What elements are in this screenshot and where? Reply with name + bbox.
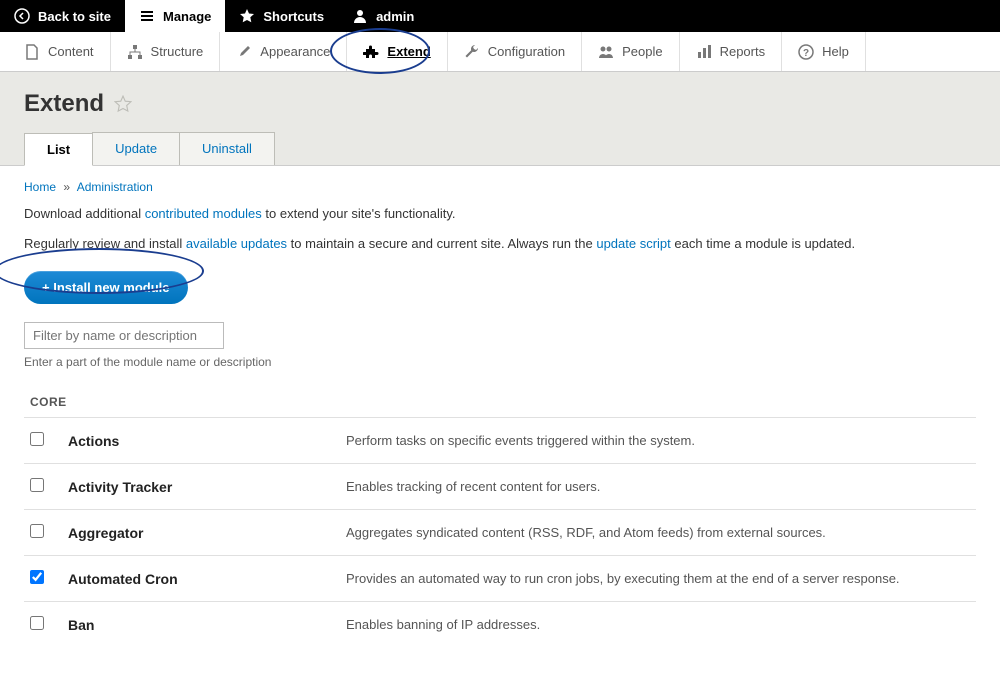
puzzle-icon	[363, 44, 379, 60]
user-icon	[352, 8, 368, 24]
document-icon	[24, 44, 40, 60]
paintbrush-icon	[236, 44, 252, 60]
module-row: Activity Tracker Enables tracking of rec…	[24, 463, 976, 509]
page-title: Extend	[24, 90, 104, 118]
manage-label: Manage	[163, 9, 211, 24]
tab-update[interactable]: Update	[92, 132, 180, 165]
toolbar: Back to site Manage Shortcuts admin	[0, 0, 1000, 32]
admin-menu-label: Appearance	[260, 44, 330, 59]
admin-menu-structure[interactable]: Structure	[111, 32, 221, 71]
hamburger-icon	[139, 8, 155, 24]
admin-menu-configuration[interactable]: Configuration	[448, 32, 582, 71]
content-region: Home » Administration Download additiona…	[0, 166, 1000, 677]
description-line-2: Regularly review and install available u…	[24, 234, 976, 254]
admin-menu-content[interactable]: Content	[8, 32, 111, 71]
module-checkbox[interactable]	[30, 478, 44, 492]
breadcrumb-home[interactable]: Home	[24, 180, 56, 194]
section-header: CORE	[24, 387, 976, 417]
module-description: Aggregates syndicated content (RSS, RDF,…	[346, 525, 970, 540]
install-new-module-button[interactable]: + Install new module	[24, 271, 188, 304]
page-header-region: Extend List Update Uninstall	[0, 72, 1000, 166]
module-row: Automated Cron Provides an automated way…	[24, 555, 976, 601]
description-line-1: Download additional contributed modules …	[24, 204, 976, 224]
svg-text:?: ?	[803, 48, 809, 59]
update-script-link[interactable]: update script	[596, 236, 670, 251]
wrench-icon	[464, 44, 480, 60]
tab-label: List	[47, 142, 70, 157]
arrow-left-icon	[14, 8, 30, 24]
module-row: Ban Enables banning of IP addresses.	[24, 601, 976, 647]
breadcrumb-separator: »	[63, 180, 70, 194]
module-description: Provides an automated way to run cron jo…	[346, 571, 970, 586]
breadcrumb: Home » Administration	[24, 180, 976, 194]
bar-chart-icon	[696, 44, 712, 60]
admin-menu-label: Content	[48, 44, 94, 59]
tab-uninstall[interactable]: Uninstall	[179, 132, 275, 165]
text: to extend your site's functionality.	[262, 206, 456, 221]
breadcrumb-admin[interactable]: Administration	[77, 180, 153, 194]
tab-label: Update	[115, 141, 157, 156]
module-section-core: CORE Actions Perform tasks on specific e…	[24, 387, 976, 647]
module-checkbox[interactable]	[30, 432, 44, 446]
manage-button[interactable]: Manage	[125, 0, 225, 32]
admin-menu-label: Configuration	[488, 44, 565, 59]
star-icon	[239, 8, 255, 24]
admin-menu-extend[interactable]: Extend	[347, 32, 447, 71]
available-updates-link[interactable]: available updates	[186, 236, 287, 251]
admin-menu-help[interactable]: ? Help	[782, 32, 866, 71]
module-row: Actions Perform tasks on specific events…	[24, 417, 976, 463]
tab-list[interactable]: List	[24, 133, 93, 166]
module-description: Enables banning of IP addresses.	[346, 617, 970, 632]
admin-menu-appearance[interactable]: Appearance	[220, 32, 347, 71]
text: to maintain a secure and current site. A…	[287, 236, 596, 251]
user-label: admin	[376, 9, 414, 24]
module-checkbox[interactable]	[30, 570, 44, 584]
module-name[interactable]: Activity Tracker	[68, 479, 328, 495]
shortcuts-button[interactable]: Shortcuts	[225, 0, 338, 32]
admin-menu: Content Structure Appearance Extend Conf…	[0, 32, 1000, 72]
admin-menu-label: People	[622, 44, 662, 59]
module-name[interactable]: Actions	[68, 433, 328, 449]
module-checkbox[interactable]	[30, 524, 44, 538]
people-icon	[598, 44, 614, 60]
admin-menu-label: Extend	[387, 44, 430, 59]
module-name[interactable]: Aggregator	[68, 525, 328, 541]
text: Download additional	[24, 206, 145, 221]
back-to-site-label: Back to site	[38, 9, 111, 24]
contributed-modules-link[interactable]: contributed modules	[145, 206, 262, 221]
tabs: List Update Uninstall	[24, 132, 976, 165]
back-to-site-button[interactable]: Back to site	[0, 0, 125, 32]
shortcuts-label: Shortcuts	[263, 9, 324, 24]
filter-help-text: Enter a part of the module name or descr…	[24, 355, 976, 369]
admin-menu-label: Structure	[151, 44, 204, 59]
module-description: Enables tracking of recent content for u…	[346, 479, 970, 494]
module-name[interactable]: Automated Cron	[68, 571, 328, 587]
text: Regularly review and install	[24, 236, 186, 251]
help-icon: ?	[798, 44, 814, 60]
module-description: Perform tasks on specific events trigger…	[346, 433, 970, 448]
module-row: Aggregator Aggregates syndicated content…	[24, 509, 976, 555]
hierarchy-icon	[127, 44, 143, 60]
favorite-star-icon[interactable]	[114, 95, 132, 113]
admin-menu-reports[interactable]: Reports	[680, 32, 783, 71]
user-button[interactable]: admin	[338, 0, 428, 32]
admin-menu-label: Help	[822, 44, 849, 59]
text: each time a module is updated.	[671, 236, 855, 251]
admin-menu-people[interactable]: People	[582, 32, 679, 71]
filter-input[interactable]	[24, 322, 224, 349]
module-name[interactable]: Ban	[68, 617, 328, 633]
admin-menu-label: Reports	[720, 44, 766, 59]
module-checkbox[interactable]	[30, 616, 44, 630]
tab-label: Uninstall	[202, 141, 252, 156]
